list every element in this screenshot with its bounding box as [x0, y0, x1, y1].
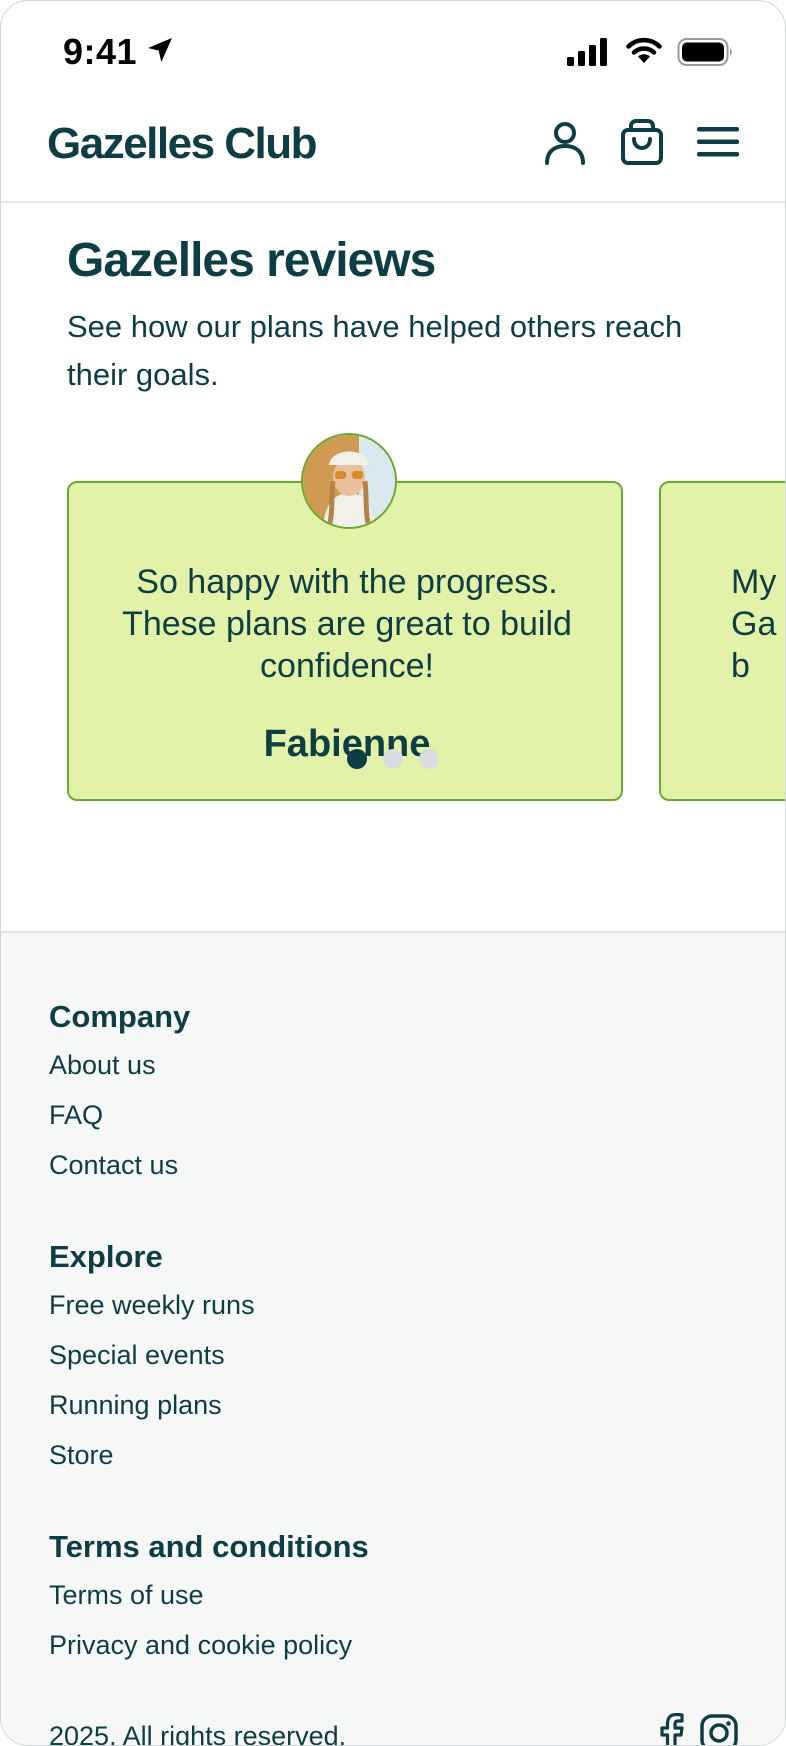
location-arrow-icon [148, 38, 172, 62]
footer-link-store[interactable]: Store [49, 1437, 255, 1487]
facebook-icon[interactable] [651, 1713, 691, 1746]
footer-link-about-us[interactable]: About us [49, 1047, 190, 1097]
account-icon [545, 122, 585, 165]
footer-heading-terms: Terms and conditions [49, 1529, 369, 1564]
gazelles-club-logo[interactable]: Gazelles Club [47, 119, 318, 169]
status-bar: 9:41 [1, 1, 785, 97]
footer-link-faq[interactable]: FAQ [49, 1097, 190, 1147]
reviews-title: Gazelles reviews [67, 234, 436, 287]
footer-link-contact-us[interactable]: Contact us [49, 1147, 190, 1197]
footer-link-terms-of-use[interactable]: Terms of use [49, 1577, 369, 1627]
battery-icon [677, 38, 732, 66]
carousel-pagination [347, 749, 439, 769]
footer-terms-links: Terms of use Privacy and cookie policy [49, 1577, 369, 1677]
footer-company: Company About us FAQ Contact us [49, 999, 190, 1197]
review-quote-partial: My Ga b [731, 563, 777, 685]
reviewer-avatar [301, 433, 397, 529]
site-header: Gazelles Club [1, 97, 785, 203]
footer-heading-company: Company [49, 999, 191, 1034]
phone-frame: 9:41 Gazelles Club Gazelles reviews See … [0, 0, 786, 1746]
pagination-dot-1[interactable] [347, 749, 367, 769]
account-button[interactable] [540, 117, 590, 167]
status-time: 9:41 [63, 31, 138, 72]
cart-button[interactable] [617, 117, 667, 167]
review-quote: So happy with the progress. These plans … [122, 563, 572, 685]
footer-company-links: About us FAQ Contact us [49, 1047, 190, 1197]
reviewer-photo-icon [303, 435, 395, 527]
copyright-text: 2025. All rights reserved. [49, 1721, 347, 1746]
footer-explore-links: Free weekly runs Special events Running … [49, 1287, 255, 1487]
review-card-next[interactable]: My Ga b [659, 481, 785, 801]
footer-link-running-plans[interactable]: Running plans [49, 1387, 255, 1437]
footer-link-free-weekly-runs[interactable]: Free weekly runs [49, 1287, 255, 1337]
footer-explore: Explore Free weekly runs Special events … [49, 1239, 255, 1487]
pagination-dot-2[interactable] [383, 749, 403, 769]
footer-terms: Terms and conditions Terms of use Privac… [49, 1529, 369, 1677]
wifi-icon [626, 37, 662, 63]
footer-link-special-events[interactable]: Special events [49, 1337, 255, 1387]
reviews-section: Gazelles reviews See how our plans have … [1, 203, 785, 931]
reviews-subtitle: See how our plans have helped others rea… [67, 309, 683, 392]
site-footer: Company About us FAQ Contact us Explore … [1, 931, 785, 1746]
menu-icon [697, 127, 739, 157]
instagram-icon[interactable] [699, 1713, 739, 1746]
pagination-dot-3[interactable] [419, 749, 439, 769]
footer-link-privacy-policy[interactable]: Privacy and cookie policy [49, 1627, 369, 1677]
shopping-bag-icon [621, 119, 663, 165]
footer-heading-explore: Explore [49, 1239, 163, 1274]
reviews-carousel[interactable]: So happy with the progress. These plans … [1, 431, 785, 851]
cellular-signal-icon [567, 38, 607, 66]
menu-button[interactable] [693, 117, 743, 167]
review-card[interactable]: So happy with the progress. These plans … [67, 433, 623, 801]
